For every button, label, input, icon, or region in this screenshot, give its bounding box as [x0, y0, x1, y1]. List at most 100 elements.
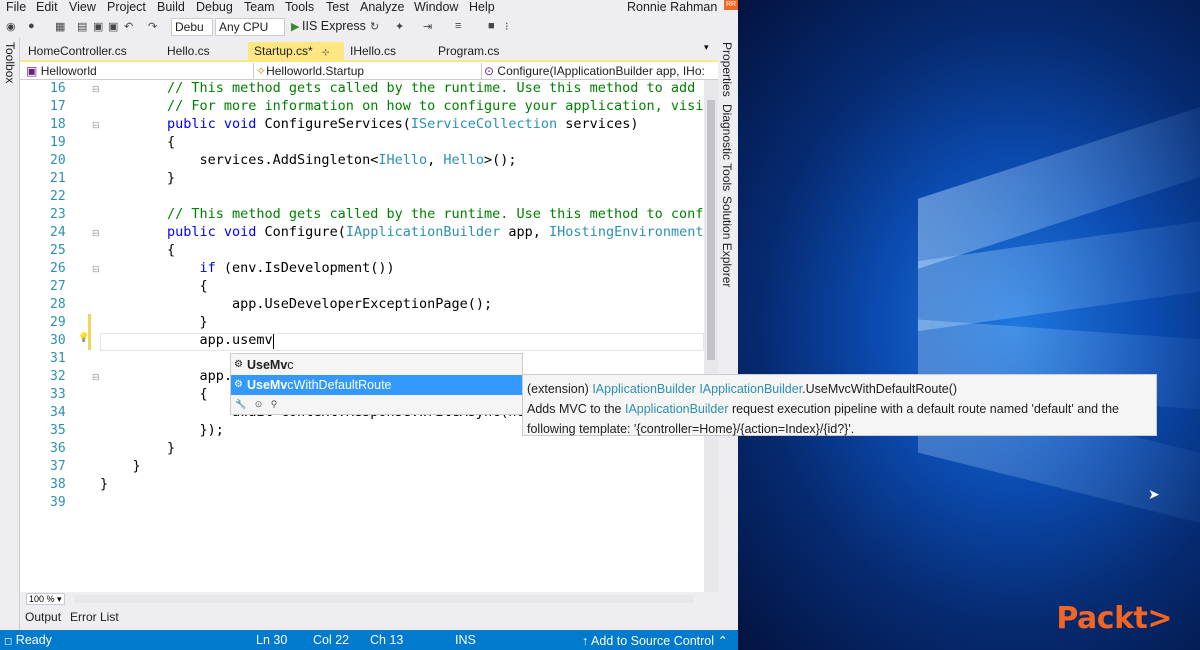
completion-item-selected[interactable]: ⚙ UseMvcWithDefaultRoute: [231, 375, 522, 395]
code-text: app,: [500, 224, 550, 240]
redo-icon[interactable]: ↷: [148, 20, 157, 33]
new-project-icon[interactable]: ▦: [55, 20, 65, 33]
bookmark-nav-icon[interactable]: ⁝: [505, 20, 509, 33]
zoom-dropdown[interactable]: 100 % ▾: [26, 593, 65, 605]
completion-filter-bar: 🔧 ⊙ ⚲: [235, 399, 277, 410]
code-line-30: app.usemv: [167, 332, 273, 348]
properties-tab[interactable]: Properties: [720, 42, 734, 97]
forward-icon[interactable]: ●: [28, 20, 35, 32]
menu-view[interactable]: View: [69, 0, 96, 14]
menu-build[interactable]: Build: [157, 0, 185, 14]
fold-toggle-icon[interactable]: ⊟: [92, 120, 100, 131]
tab-homecontroller[interactable]: HomeController.cs: [22, 42, 133, 60]
project-dropdown[interactable]: ▣ Helloworld: [26, 63, 254, 79]
fold-toggle-icon[interactable]: ⊟: [92, 228, 100, 239]
method-name: ConfigureServices(: [264, 116, 411, 132]
line-number: 25: [50, 243, 66, 258]
menu-debug[interactable]: Debug: [196, 0, 233, 14]
zoom-value: 100 %: [29, 594, 55, 604]
fold-toggle-icon[interactable]: ⊟: [92, 84, 100, 95]
code-line-26: if (env.IsDevelopment()): [167, 260, 395, 276]
extension-method-icon: ⚙: [234, 379, 243, 390]
code-line-33: {: [167, 386, 208, 402]
extension-icon[interactable]: ✦: [395, 20, 404, 33]
platform-dropdown[interactable]: Any CPU: [215, 18, 285, 36]
keyword: public void: [167, 224, 265, 240]
completion-rest: c: [287, 358, 294, 372]
horizontal-scrollbar[interactable]: [74, 595, 694, 603]
run-target-button[interactable]: IIS Express: [302, 19, 366, 33]
completion-item[interactable]: ⚙ UseMvc: [231, 355, 522, 375]
code-line-29: }: [167, 314, 208, 330]
menu-project[interactable]: Project: [107, 0, 146, 14]
refresh-icon[interactable]: ↻: [370, 20, 379, 33]
keyword: if: [167, 260, 216, 276]
member-dropdown-label: Configure(IApplicationBuilder app, IHo:: [497, 64, 705, 78]
step-icon[interactable]: ⇥: [423, 20, 432, 33]
code-line-17: // For more information on how to config…: [167, 98, 704, 114]
mouse-cursor-icon: ➤: [1148, 486, 1160, 502]
menu-help[interactable]: Help: [469, 0, 495, 14]
menu-edit[interactable]: Edit: [36, 0, 58, 14]
menu-analyze[interactable]: Analyze: [360, 0, 404, 14]
open-icon[interactable]: ▤: [77, 20, 87, 33]
tooltip-type: IApplicationBuilder IApplicationBuilder: [592, 382, 803, 396]
code-line-19: {: [167, 134, 176, 150]
change-marker: [88, 314, 91, 350]
menu-tools[interactable]: Tools: [285, 0, 314, 14]
pin-icon[interactable]: ⊹: [322, 47, 330, 57]
code-line-18: public void ConfigureServices(IServiceCo…: [167, 116, 638, 132]
undo-icon[interactable]: ↶: [124, 20, 133, 33]
save-all-icon[interactable]: ▣: [108, 20, 118, 33]
line-number: 22: [50, 189, 66, 204]
quickinfo-tooltip: (extension) IApplicationBuilder IApplica…: [522, 374, 1157, 436]
diagnostic-tools-tab[interactable]: Diagnostic Tools: [720, 104, 734, 191]
tooltip-kind: (extension): [527, 382, 593, 396]
add-to-source-control-button[interactable]: ↑ Add to Source Control ⌃: [582, 633, 728, 648]
toolbox-tab[interactable]: Toolbox: [3, 42, 17, 83]
line-number: 17: [50, 99, 66, 114]
tooltip-text: request execution pipeline with a defaul…: [728, 402, 1119, 416]
menu-team[interactable]: Team: [244, 0, 275, 14]
user-name[interactable]: Ronnie Rahman: [627, 0, 717, 14]
type-name: IApplicationBuilder: [345, 224, 501, 240]
filter-icon[interactable]: ⊙: [255, 399, 263, 409]
save-icon[interactable]: ▣: [93, 20, 103, 33]
fold-toggle-icon[interactable]: ⊟: [92, 372, 100, 383]
indent-icon[interactable]: ≡: [455, 20, 461, 32]
user-avatar[interactable]: RR: [724, 0, 738, 10]
tab-error-list[interactable]: Error List: [70, 610, 119, 624]
code-editor[interactable]: 16 17 18 19 20 21 22 23 24 25 26 27 28 2…: [20, 80, 718, 592]
wrench-icon[interactable]: 🔧: [235, 399, 246, 409]
line-number: 27: [50, 279, 66, 294]
tab-ihello[interactable]: IHello.cs: [344, 42, 402, 60]
filter-icon[interactable]: ⚲: [271, 399, 278, 409]
solution-explorer-tab[interactable]: Solution Explorer: [720, 196, 734, 287]
line-number: 35: [50, 423, 66, 438]
tab-output[interactable]: Output: [25, 610, 61, 624]
tab-overflow-icon[interactable]: ▾: [704, 42, 709, 53]
class-dropdown[interactable]: ✧Helloworld.Startup: [256, 63, 482, 79]
vertical-scrollbar[interactable]: [704, 80, 718, 592]
fold-toggle-icon[interactable]: ⊟: [92, 264, 100, 275]
scrollbar-thumb[interactable]: [707, 100, 715, 360]
member-dropdown[interactable]: ⊙ Configure(IApplicationBuilder app, IHo…: [484, 63, 716, 79]
tab-startup[interactable]: Startup.cs* ⊹ ✕: [248, 42, 344, 77]
menu-test[interactable]: Test: [326, 0, 349, 14]
extension-method-icon: ⚙: [234, 359, 243, 370]
menu-window[interactable]: Window: [414, 0, 458, 14]
configuration-dropdown[interactable]: Debu: [171, 18, 213, 36]
code-line-24: public void Configure(IApplicationBuilde…: [167, 224, 703, 240]
visual-studio-window: File Edit View Project Build Debug Team …: [0, 0, 738, 650]
tooltip-type: IApplicationBuilder: [624, 402, 729, 416]
back-icon[interactable]: ◉: [6, 20, 16, 33]
line-number: 20: [50, 153, 66, 168]
play-icon[interactable]: ▶: [291, 20, 299, 33]
method-name: Configure(: [264, 224, 346, 240]
line-number: 19: [50, 135, 66, 150]
tab-hello[interactable]: Hello.cs: [161, 42, 216, 60]
bookmark-icon[interactable]: ■: [488, 20, 495, 32]
intellisense-popup: ⚙ UseMvc ⚙ UseMvcWithDefaultRoute 🔧 ⊙ ⚲: [230, 353, 523, 415]
tab-program[interactable]: Program.cs: [432, 42, 505, 60]
menu-file[interactable]: File: [6, 0, 26, 14]
